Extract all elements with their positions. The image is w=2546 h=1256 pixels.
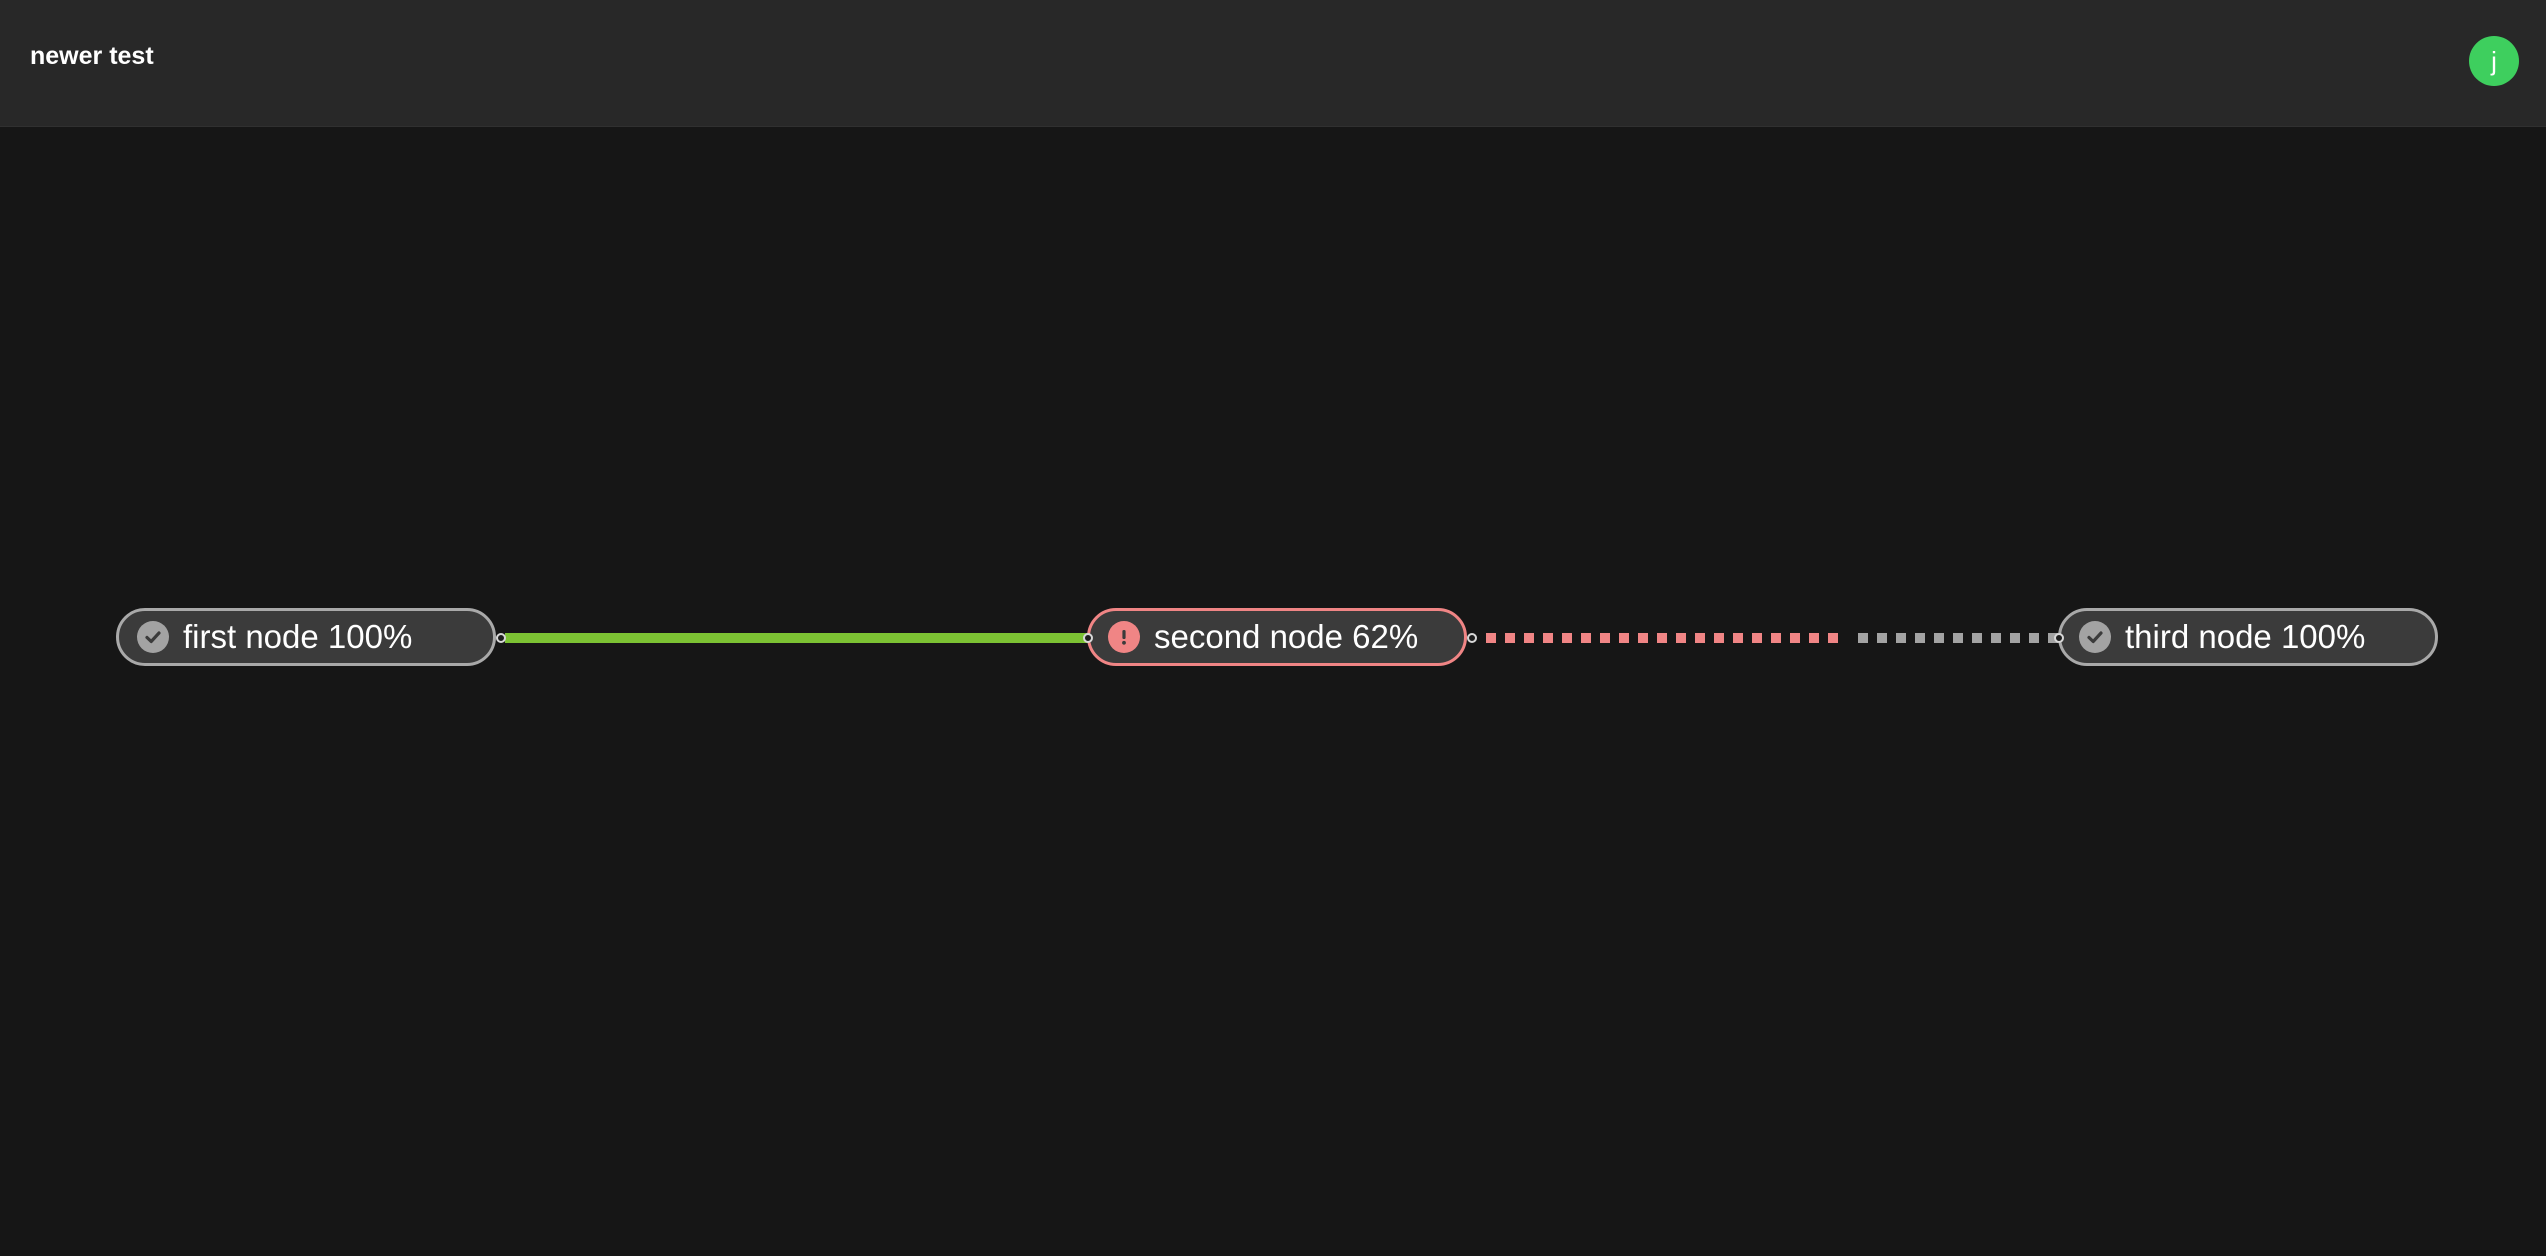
node-third-input-handle[interactable] [2054, 633, 2064, 643]
node-label: third node 100% [2125, 618, 2366, 655]
graph-canvas[interactable] [0, 126, 2546, 1256]
node-second[interactable]: second node 62% [1087, 608, 1467, 666]
page-title: newer test [30, 42, 154, 70]
node-first[interactable]: first node 100% [116, 608, 496, 666]
check-circle-icon [137, 621, 169, 653]
user-avatar[interactable]: j [2469, 36, 2519, 86]
exclamation-circle-icon [1108, 621, 1140, 653]
node-label: first node 100% [183, 618, 413, 655]
node-label: second node 62% [1154, 618, 1419, 655]
top-bar: newer test j [0, 0, 2546, 126]
node-first-output-handle[interactable] [496, 633, 506, 643]
check-circle-icon [2079, 621, 2111, 653]
node-second-output-handle[interactable] [1467, 633, 1477, 643]
node-second-input-handle[interactable] [1083, 633, 1093, 643]
node-third[interactable]: third node 100% [2058, 608, 2438, 666]
